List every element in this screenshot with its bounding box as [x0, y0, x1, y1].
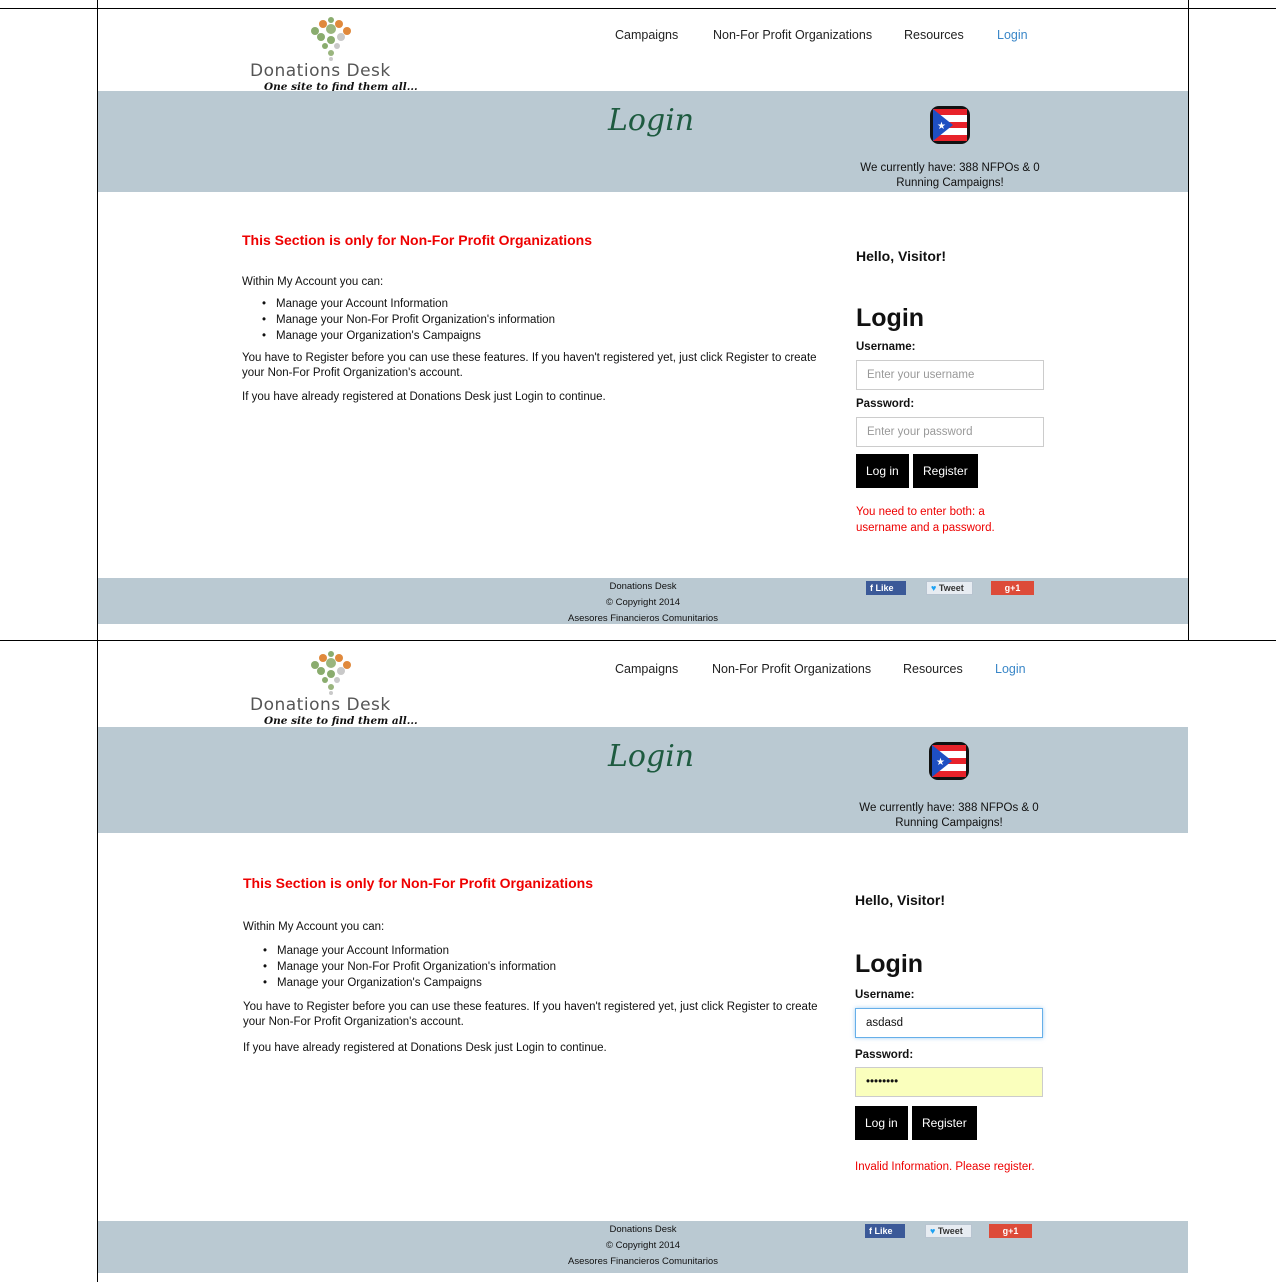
nav-login[interactable]: Login [995, 662, 1026, 676]
register-note: You have to Register before you can use … [243, 1001, 818, 1028]
nfpo-stats: We currently have: 388 NFPOs & 0 Running… [860, 162, 1040, 189]
tweet-label: Tweet [937, 1226, 963, 1236]
heart-leaves-logo-icon [311, 17, 351, 61]
nfpo-stats: We currently have: 388 NFPOs & 0 Running… [859, 802, 1039, 829]
site-logo[interactable]: Donations Desk One site to find them all… [248, 649, 428, 729]
facebook-like-button[interactable]: f Like [865, 1224, 905, 1238]
like-label: Like [875, 583, 894, 593]
intro-text: Within My Account you can: [243, 921, 385, 933]
svg-text:★: ★ [937, 121, 946, 132]
facebook-like-button[interactable]: f Like [866, 581, 906, 595]
screenshot-2: Donations Desk One site to find them all… [98, 643, 1188, 1282]
list-item: Manage your Organization's Campaigns [262, 328, 555, 344]
site-footer: Donations Desk © Copyright 2014 Asesores… [98, 578, 1188, 624]
nav-login[interactable]: Login [997, 28, 1028, 42]
warning-heading: This Section is only for Non-For Profit … [242, 232, 593, 248]
login-note: If you have already registered at Donati… [242, 391, 606, 403]
like-label: Like [874, 1226, 893, 1236]
list-item: Manage your Account Information [263, 943, 556, 959]
tweet-button[interactable]: ♥ Tweet [925, 1224, 972, 1238]
username-label: Username: [855, 989, 915, 1001]
warning-heading: This Section is only for Non-For Profit … [243, 875, 594, 891]
logo-brand-text: Donations Desk [250, 61, 391, 81]
list-item: Manage your Account Information [262, 296, 555, 312]
nav-campaigns[interactable]: Campaigns [615, 662, 678, 676]
footer-site-name: Donations Desk [609, 1224, 677, 1235]
footer-company: Asesores Financieros Comunitarios [568, 613, 718, 624]
feature-list: Manage your Account Information Manage y… [262, 296, 555, 344]
page-banner: Login ★ We currently have: 388 NFPOs & 0… [98, 727, 1188, 833]
login-heading: Login [856, 304, 925, 332]
footer-copyright: © Copyright 2014 [605, 597, 681, 608]
list-item: Manage your Non-For Profit Organization'… [263, 959, 556, 975]
puerto-rico-flag-icon[interactable]: ★ [928, 741, 970, 781]
register-button[interactable]: Register [913, 454, 978, 488]
logo-brand-text: Donations Desk [250, 695, 391, 715]
nav-nfpo[interactable]: Non-For Profit Organizations [712, 662, 871, 676]
screenshot-1: Donations Desk One site to find them all… [98, 9, 1188, 624]
tweet-label: Tweet [938, 583, 964, 593]
password-label: Password: [855, 1049, 914, 1061]
list-item: Manage your Organization's Campaigns [263, 975, 556, 991]
svg-text:★: ★ [936, 757, 945, 768]
site-header: Donations Desk One site to find them all… [98, 9, 1188, 93]
login-button[interactable]: Log in [856, 454, 909, 488]
footer-company: Asesores Financieros Comunitarios [568, 1256, 718, 1267]
twitter-icon: ♥ [930, 1226, 938, 1236]
feature-list: Manage your Account Information Manage y… [263, 943, 556, 991]
list-item: Manage your Non-For Profit Organization'… [262, 312, 555, 328]
footer-info: Donations Desk © Copyright 2014 Asesores… [538, 579, 748, 627]
page-banner: Login ★ We currently have: 388 NFPOs & 0… [98, 91, 1188, 192]
login-heading: Login [855, 950, 924, 978]
nav-nfpo[interactable]: Non-For Profit Organizations [713, 28, 872, 42]
error-message: Invalid Information. Please register. [855, 1161, 1035, 1173]
google-plus-button[interactable]: g+1 [989, 1224, 1032, 1238]
footer-copyright: © Copyright 2014 [605, 1240, 681, 1251]
main-content: This Section is only for Non-For Profit … [98, 833, 1188, 1221]
tweet-button[interactable]: ♥ Tweet [926, 581, 973, 595]
google-plus-button[interactable]: g+1 [991, 581, 1034, 595]
nav-resources[interactable]: Resources [903, 662, 963, 676]
site-header: Donations Desk One site to find them all… [98, 643, 1188, 727]
footer-site-name: Donations Desk [609, 581, 677, 592]
heart-leaves-logo-icon [311, 651, 351, 695]
twitter-icon: ♥ [931, 583, 939, 593]
username-label: Username: [856, 341, 916, 353]
page-title: Login [608, 739, 695, 774]
greeting: Hello, Visitor! [855, 892, 945, 908]
greeting: Hello, Visitor! [856, 248, 946, 264]
username-input[interactable] [855, 1008, 1043, 1038]
page-title: Login [608, 103, 695, 138]
intro-text: Within My Account you can: [242, 276, 384, 288]
password-label: Password: [856, 398, 915, 410]
site-logo[interactable]: Donations Desk One site to find them all… [248, 15, 428, 95]
username-input[interactable] [856, 360, 1044, 390]
logo-tagline: One site to find them all... [264, 715, 418, 727]
password-input[interactable] [856, 417, 1044, 447]
login-button[interactable]: Log in [855, 1106, 908, 1140]
login-note: If you have already registered at Donati… [243, 1042, 607, 1054]
site-footer: Donations Desk © Copyright 2014 Asesores… [98, 1221, 1188, 1273]
password-input[interactable] [855, 1067, 1043, 1097]
error-message: You need to enter both: a username and a… [856, 506, 995, 534]
footer-info: Donations Desk © Copyright 2014 Asesores… [538, 1222, 748, 1270]
nav-campaigns[interactable]: Campaigns [615, 28, 678, 42]
register-button[interactable]: Register [912, 1106, 977, 1140]
main-content: This Section is only for Non-For Profit … [98, 192, 1188, 578]
register-note: You have to Register before you can use … [242, 352, 817, 379]
nav-resources[interactable]: Resources [904, 28, 964, 42]
puerto-rico-flag-icon[interactable]: ★ [929, 105, 971, 145]
